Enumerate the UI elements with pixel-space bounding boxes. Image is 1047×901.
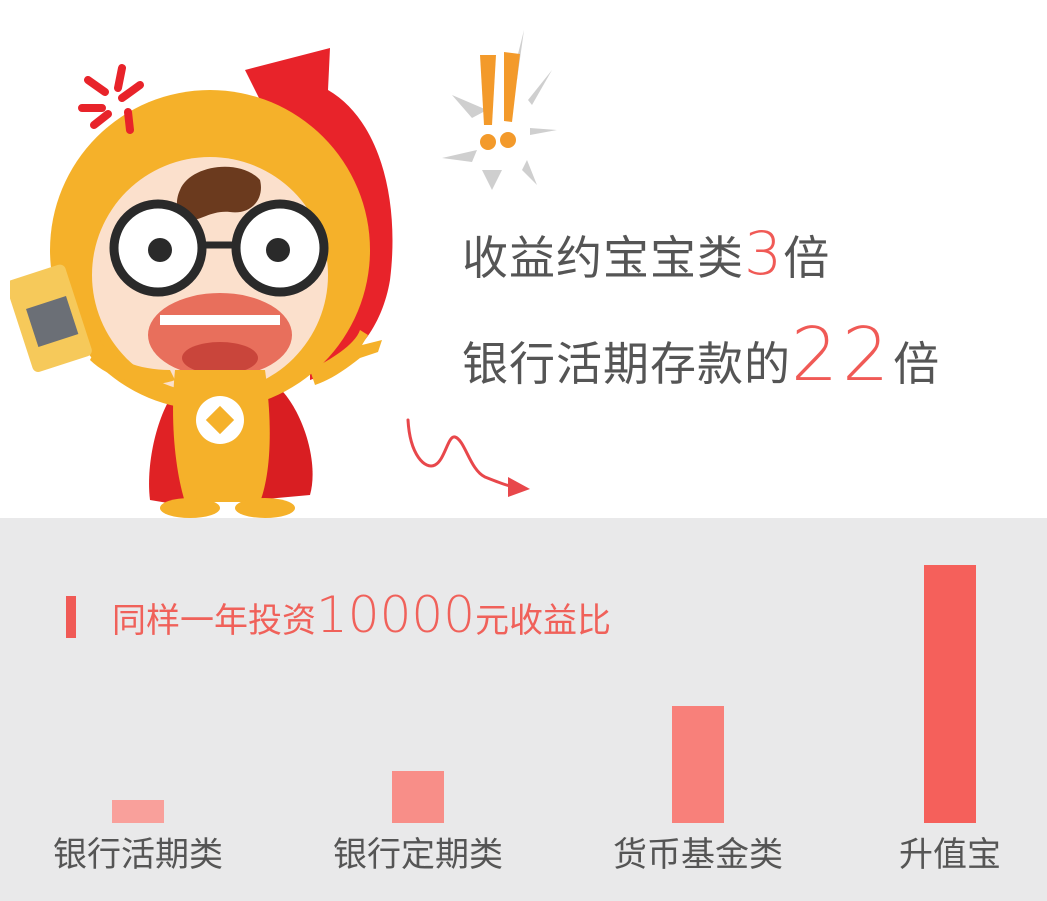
chart-category-label: 银行活期类 <box>53 835 223 875</box>
comparison-title-amount: 10000 <box>316 586 476 644</box>
chart-bar <box>672 706 724 823</box>
chart-category-label: 升值宝 <box>899 835 1001 875</box>
headline-line-1: 收益约宝宝类3倍 <box>462 224 830 284</box>
chart-category-label: 银行定期类 <box>333 835 503 875</box>
mascot-illustration <box>10 48 393 518</box>
headline-line-2-prefix: 银行活期存款的 <box>462 337 791 391</box>
chart-bar <box>392 771 444 823</box>
title-accent-bar <box>66 596 76 638</box>
headline-line-2: 银行活期存款的22倍 <box>462 318 940 392</box>
comparison-title-suffix: 元收益比 <box>475 601 612 641</box>
exclamation-icon <box>442 30 557 190</box>
comparison-title-prefix: 同样一年投资 <box>112 601 316 641</box>
headline-line-1-prefix: 收益约宝宝类 <box>462 231 744 285</box>
squiggle-arrow-icon <box>406 418 530 497</box>
chart-category-label: 货币基金类 <box>613 835 783 875</box>
comparison-title: 同样一年投资10000元收益比 <box>112 590 611 640</box>
chart-bar <box>924 565 976 823</box>
hero-section: 收益约宝宝类3倍 银行活期存款的22倍 <box>0 0 1047 518</box>
chart-bar <box>112 800 164 823</box>
headline-line-2-number: 22 <box>791 312 894 398</box>
headline-line-2-suffix: 倍 <box>893 337 941 391</box>
headline-line-1-number: 3 <box>744 219 784 289</box>
headline-line-1-suffix: 倍 <box>783 231 831 285</box>
